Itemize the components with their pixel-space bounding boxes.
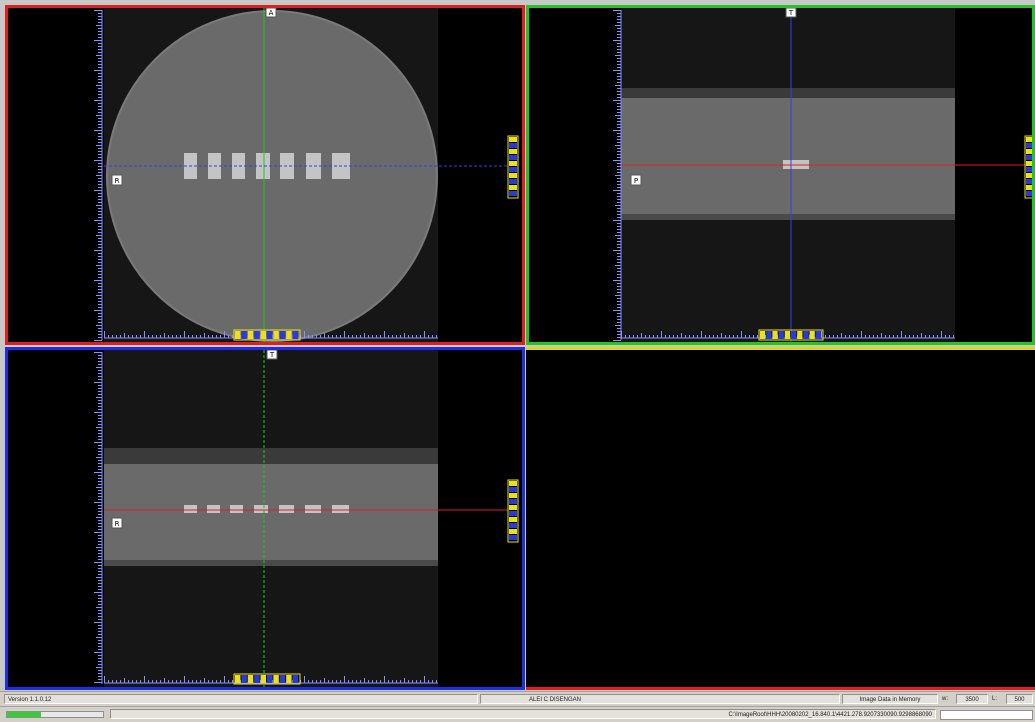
- phantom-band-edge-bottom: [621, 214, 955, 220]
- axial-viewport[interactable]: A R: [5, 5, 525, 345]
- window-level-field[interactable]: 500: [1006, 694, 1033, 704]
- side-marker: R: [115, 520, 120, 528]
- empty-viewport[interactable]: [526, 347, 1035, 690]
- file-path-text: C:\ImageRoot\HHH\20080202_16.840.1\4421.…: [110, 709, 936, 719]
- side-marker: P: [634, 177, 638, 185]
- ruler-left: [94, 352, 103, 684]
- coronal-viewport[interactable]: T P: [526, 5, 1035, 345]
- orientation-marker: T: [269, 351, 275, 359]
- load-progress-bar: [6, 711, 104, 718]
- phantom-band: [104, 462, 438, 562]
- axial-image[interactable]: A R: [8, 8, 522, 342]
- ruler-left: [613, 10, 622, 341]
- alert-text: ALEI C DISENGAN: [480, 694, 840, 704]
- coronal-image[interactable]: T P: [529, 8, 1032, 342]
- orientation-marker: A: [269, 9, 274, 17]
- ruler-left: [94, 10, 103, 341]
- window-width-field[interactable]: 3500: [956, 694, 988, 704]
- window-level-label: L:: [992, 696, 998, 702]
- phantom-band: [621, 96, 955, 216]
- status-bar-secondary: C:\ImageRoot\HHH\20080202_16.840.1\4421.…: [0, 706, 1035, 722]
- sagittal-image[interactable]: T R: [8, 350, 522, 687]
- path-scroll-field[interactable]: [940, 710, 1033, 720]
- version-text: Version 1.1.0.12: [4, 694, 478, 704]
- load-progress-fill: [7, 712, 41, 717]
- phantom-band-edge-top: [104, 448, 438, 464]
- phantom-band-edge-bottom: [104, 560, 438, 566]
- sagittal-viewport[interactable]: T R: [5, 347, 525, 690]
- side-marker: R: [115, 177, 120, 185]
- phantom-disc: [107, 11, 437, 341]
- orientation-marker: T: [788, 9, 794, 17]
- window-width-label: w:: [942, 696, 948, 702]
- phantom-band-edge-top: [621, 88, 955, 98]
- memory-status: Image Data in Memory: [842, 694, 938, 704]
- status-bar: Version 1.1.0.12 ALEI C DISENGAN Image D…: [0, 691, 1035, 706]
